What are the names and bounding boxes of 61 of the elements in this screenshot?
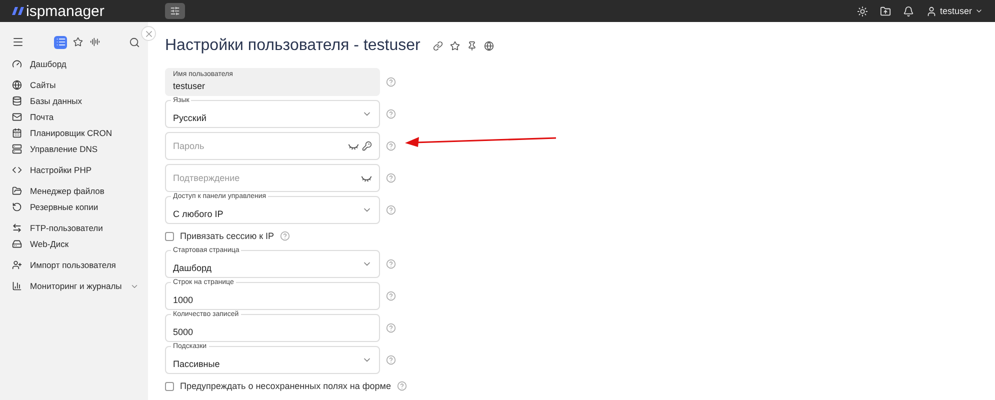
sidebar-item[interactable]: Почта [30,112,54,122]
sidebar-item[interactable]: Настройки PHP [30,165,92,175]
bell-icon[interactable] [902,6,914,16]
link-icon[interactable] [433,41,444,51]
transfer-icon[interactable] [12,223,22,233]
sidebar-item[interactable]: Резервные копии [30,202,98,212]
sliders-icon [170,6,180,16]
checkbox-label: Привязать сессию к IP [180,231,274,241]
globe-icon[interactable] [484,41,494,51]
chart-icon[interactable] [12,281,22,291]
field-value: 1000 [173,294,194,304]
logo-icon [12,6,24,16]
sidebar-item[interactable]: Планировщик CRON [30,128,112,138]
checkbox-label: Предупреждать о несохраненных полях на форме [180,381,391,391]
user-icon [926,6,937,16]
sidebar-item[interactable]: FTP-пользователи [30,223,103,233]
sidebar-item[interactable]: Web-Диск [30,239,69,249]
sidebar-item[interactable]: Импорт пользователя [30,260,116,270]
code-icon[interactable] [12,165,22,175]
settings-button[interactable] [165,3,185,19]
menu-icon[interactable] [12,36,24,48]
sun-icon[interactable] [856,6,868,16]
database-icon[interactable] [12,96,22,106]
sidebar-item[interactable]: Сайты [30,80,56,90]
sidebar-item[interactable]: Мониторинг и журналы [30,281,122,291]
wave-icon[interactable] [88,36,101,48]
field-value: 5000 [173,326,194,336]
field-value: Дашборд [173,262,213,272]
close-icon[interactable] [141,26,156,41]
list-icon[interactable] [54,36,67,48]
star-icon[interactable] [71,36,84,48]
field-value: С любого IP [173,208,224,218]
caret-icon [975,7,983,15]
field-value: Пассивные [173,358,221,368]
sidebar-item[interactable]: Управление DNS [30,144,98,154]
user-menu[interactable]: testuser [926,6,983,16]
globe-icon[interactable] [12,80,22,90]
checkbox[interactable] [165,232,174,240]
gauge-icon[interactable] [12,59,22,69]
placeholder-text: Пароль [173,141,206,151]
field-value: testuser [173,80,206,90]
server-icon[interactable] [12,144,22,154]
placeholder-text: Подтверждение [173,173,241,183]
field-value: Русский [173,112,208,122]
calendar-icon[interactable] [12,128,22,138]
sidebar-item[interactable]: Менеджер файлов [30,186,104,196]
drive-icon[interactable] [12,239,22,249]
key-icon[interactable] [362,141,372,151]
folder-icon[interactable] [12,186,22,196]
pin-icon[interactable] [467,41,478,51]
user-plus-icon[interactable] [12,260,22,270]
page-title: Настройки пользователя - testuser [165,37,420,55]
search-icon[interactable] [129,36,140,48]
logo-text: ispmanager [26,2,104,20]
history-icon[interactable] [12,202,22,212]
sidebar-item[interactable]: Базы данных [30,96,82,106]
mail-icon[interactable] [12,112,22,122]
folder-upload-icon[interactable] [880,6,891,16]
checkbox[interactable] [165,382,174,390]
star-icon[interactable] [450,41,460,51]
sidebar-item[interactable]: Дашборд [30,59,66,69]
